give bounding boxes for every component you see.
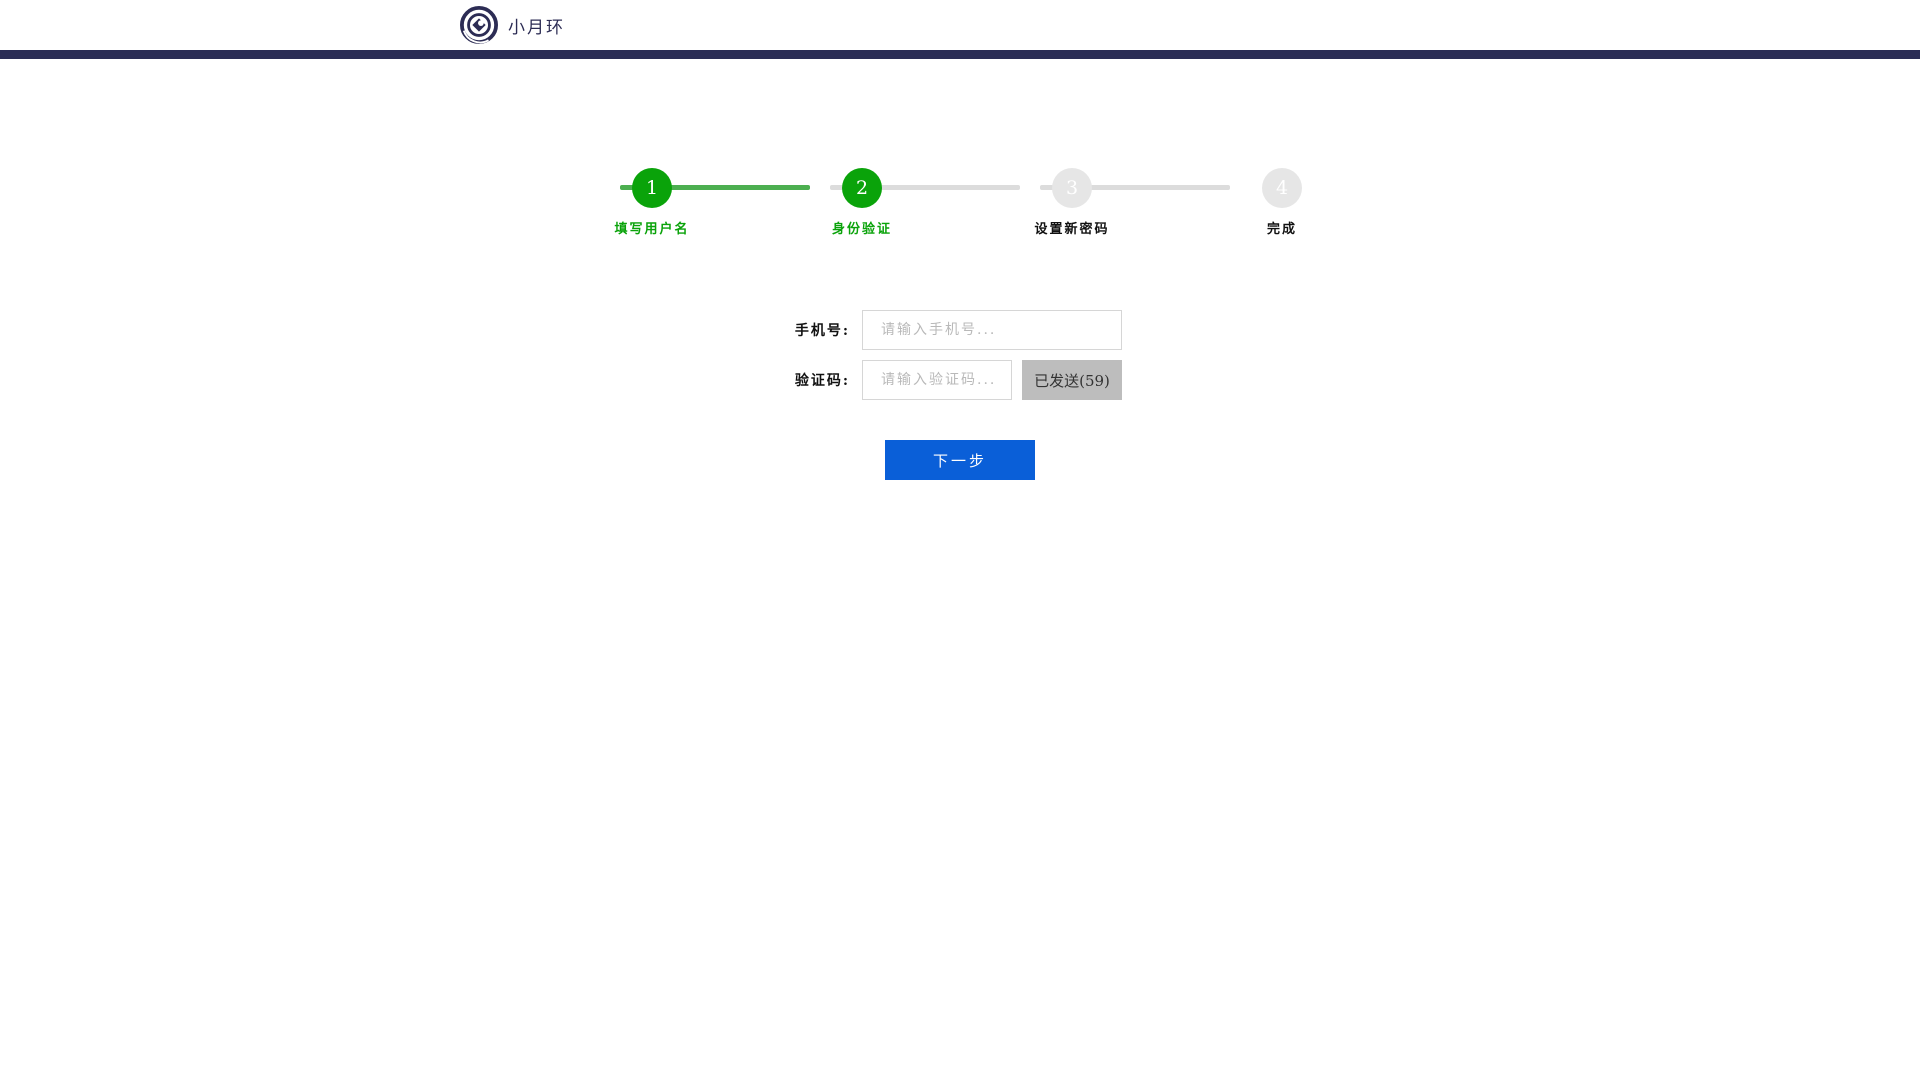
step-1-circle: 1 xyxy=(632,168,672,208)
step-4: 4 完成 xyxy=(1202,168,1362,237)
verification-code-input[interactable] xyxy=(862,360,1012,400)
step-3: 3 设置新密码 xyxy=(992,168,1152,237)
phone-label: 手机号: xyxy=(794,323,850,339)
step-1-label: 填写用户名 xyxy=(614,222,690,237)
phone-row: 手机号: xyxy=(790,310,1130,350)
step-2-circle: 2 xyxy=(842,168,882,208)
send-code-button[interactable]: 已发送(59) xyxy=(1022,360,1122,400)
header-divider-bar xyxy=(0,50,1920,59)
verification-form: 手机号: 验证码: 已发送(59) xyxy=(790,310,1130,410)
step-4-circle: 4 xyxy=(1262,168,1302,208)
code-row: 验证码: 已发送(59) xyxy=(790,360,1130,400)
step-2-label: 身份验证 xyxy=(831,222,892,237)
progress-stepper: 1 填写用户名 2 身份验证 3 设置新密码 4 完成 xyxy=(600,168,1320,238)
code-label: 验证码: xyxy=(794,373,850,389)
phone-input[interactable] xyxy=(862,310,1122,350)
logo[interactable]: 小月环 xyxy=(460,5,565,45)
next-step-button[interactable]: 下一步 xyxy=(885,440,1035,480)
step-3-label: 设置新密码 xyxy=(1034,222,1110,237)
header: 小月环 xyxy=(0,0,1920,59)
step-1: 1 填写用户名 xyxy=(572,168,732,237)
step-4-label: 完成 xyxy=(1266,222,1297,237)
logo-text: 小月环 xyxy=(508,17,565,38)
moon-ring-logo-icon xyxy=(460,6,498,44)
step-3-circle: 3 xyxy=(1052,168,1092,208)
step-2: 2 身份验证 xyxy=(782,168,942,237)
